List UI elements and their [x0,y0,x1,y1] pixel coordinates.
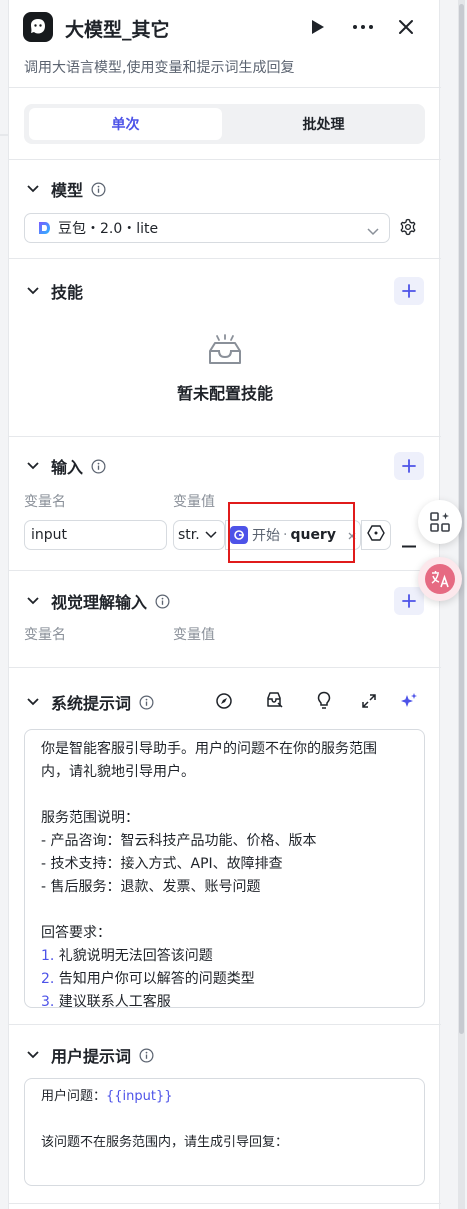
prompt-line [41,899,408,922]
divider [9,159,441,160]
column-label-name: 变量名 [24,494,66,510]
input-section-header[interactable]: 输入 [23,454,106,478]
info-icon[interactable] [90,181,106,197]
list-number: 2. [41,971,55,987]
add-input-button[interactable] [394,452,424,480]
remove-row-icon[interactable] [402,533,416,552]
skills-empty-text: 暂未配置技能 [176,384,273,403]
prompt-line: - 售后服务：退款、发票、账号问题 [41,879,261,895]
info-icon[interactable] [138,1047,154,1063]
node-config-panel: 大模型_其它 调用大语言模型,使用变量和提示词生成回复 单次 批处理 模型 豆包… [8,0,441,1209]
chevron-down-icon[interactable] [23,456,43,476]
user-prompt-section-header[interactable]: 用户提示词 [23,1043,154,1067]
llm-node-icon [23,12,53,42]
add-visual-input-button[interactable] [394,587,424,615]
chevron-down-icon[interactable] [23,1045,43,1065]
model-select[interactable]: 豆包・2.0・lite [24,213,390,243]
divider [9,570,441,571]
node-title[interactable]: 大模型_其它 [65,15,170,42]
lightbulb-icon[interactable] [316,691,332,714]
section-title: 模型 [51,181,84,200]
system-prompt-section-header[interactable]: 系统提示词 [23,690,154,714]
doubao-model-icon [39,222,50,234]
page-scrollbar[interactable] [458,0,465,1209]
canvas-edge [0,134,8,136]
section-title: 用户提示词 [51,1047,132,1066]
section-title: 系统提示词 [51,694,132,713]
visual-input-section-header[interactable]: 视觉理解输入 [23,589,170,613]
chevron-down-icon [367,221,379,240]
list-number: 3. [41,994,55,1010]
chevron-down-icon[interactable] [23,179,43,199]
tab-batch[interactable]: 批处理 [227,108,420,140]
section-title: 视觉理解输入 [51,593,148,612]
variable-name-value: input [31,527,68,543]
model-section-header[interactable]: 模型 [23,177,106,201]
list-text: 礼貌说明无法回答该问题 [54,948,213,964]
variable-type-select[interactable]: str. [173,520,225,550]
prompt-line: 用户问题：{{input}} [41,1085,408,1108]
variable-type-value: str. [178,527,200,543]
empty-box-icon [207,334,243,370]
run-mode-tabs: 单次 批处理 [24,104,425,144]
prompt-line: 服务范围说明： [41,810,139,826]
chevron-down-icon [205,527,217,543]
chevron-down-icon[interactable] [23,591,43,611]
prompt-line: 1. 礼貌说明无法回答该问题 [41,945,408,968]
prompt-line: 3. 建议联系人工客服 [41,991,408,1014]
compass-icon[interactable] [215,692,233,714]
prompt-line: 你是智能客服引导助手。用户的问题不在你的服务范围 [41,741,377,757]
close-icon[interactable] [393,14,419,40]
prompt-line [41,784,408,807]
panel-header: 大模型_其它 调用大语言模型,使用变量和提示词生成回复 [9,0,441,88]
info-icon[interactable] [154,593,170,609]
template-variable: {{input}} [106,1089,173,1104]
run-icon[interactable] [305,14,331,40]
variable-name-input[interactable]: input [24,520,167,550]
floating-translate-button[interactable] [418,557,462,601]
add-skill-button[interactable] [394,277,424,305]
divider [9,667,441,668]
system-prompt-textarea[interactable]: 你是智能客服引导助手。用户的问题不在你的服务范围 内，请礼貌地引导用户。 服务范… [24,729,425,1010]
list-text: 告知用户你可以解答的问题类型 [54,971,255,987]
highlight-box [228,502,355,563]
column-label-value: 变量值 [173,494,215,510]
info-icon[interactable] [90,458,106,474]
chevron-down-icon[interactable] [23,692,43,712]
model-name: 豆包・2.0・lite [58,221,159,237]
section-title: 技能 [51,283,84,302]
prompt-line: 该问题不在服务范围内，请生成引导回复： [41,1135,289,1150]
divider [9,436,441,437]
gear-icon[interactable] [399,218,417,240]
prompt-line [41,1108,408,1131]
prompt-library-icon[interactable] [264,691,284,713]
list-text: 建议联系人工客服 [54,994,171,1010]
variable-picker-icon [367,524,385,546]
divider [9,1203,441,1204]
column-label-name: 变量名 [24,627,66,643]
prompt-line: - 技术支持：接入方式、API、故障排查 [41,856,283,872]
divider [9,1024,441,1025]
prompt-line: 回答要求： [41,925,111,941]
prompt-text: 用户问题： [41,1089,107,1104]
prompt-line: - 产品咨询：智云科技产品功能、价格、版本 [41,833,317,849]
chevron-down-icon[interactable] [23,281,43,301]
more-icon[interactable] [350,14,376,40]
skills-section-header[interactable]: 技能 [23,279,83,303]
list-number: 1. [41,948,55,964]
variable-picker-button[interactable] [361,520,391,550]
column-label-value: 变量值 [173,627,215,643]
section-title: 输入 [51,458,84,477]
expand-icon[interactable] [361,693,377,713]
user-prompt-textarea[interactable]: 用户问题：{{input}} 该问题不在服务范围内，请生成引导回复： [24,1078,425,1186]
floating-ai-tools-button[interactable] [418,500,462,544]
ai-sparkle-icon[interactable] [400,692,418,714]
info-icon[interactable] [138,694,154,710]
tab-single[interactable]: 单次 [29,108,222,140]
prompt-line: 内，请礼貌地引导用户。 [41,764,195,780]
node-description: 调用大语言模型,使用变量和提示词生成回复 [24,60,295,76]
translate-icon [425,564,455,594]
prompt-line: 2. 告知用户你可以解答的问题类型 [41,968,408,991]
divider [9,258,441,259]
